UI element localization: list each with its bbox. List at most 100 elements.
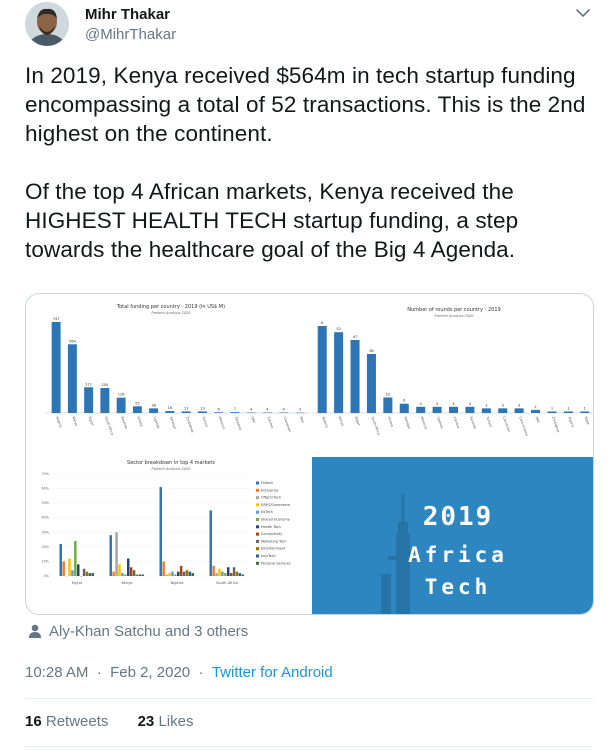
chart1-bar (100, 388, 110, 413)
chart1-tick-label: Uganda (153, 416, 161, 429)
chart3-bar (209, 510, 212, 576)
chart3-bar (229, 573, 233, 576)
chart3-bar (215, 573, 218, 576)
chart2-tick-label: Uganda (436, 416, 444, 429)
chart2-bar (366, 353, 376, 413)
chart2-data-label: 4 (452, 402, 455, 406)
chart1-bar (84, 387, 94, 413)
chart3-legend-label: Personal Services (261, 561, 291, 565)
source-link[interactable]: Twitter for Android (212, 664, 333, 681)
divider (25, 698, 593, 699)
chart3-legend-label: EdTech (261, 510, 273, 514)
chart3-bar (221, 571, 224, 576)
chart3-bar (71, 570, 74, 576)
chart1-tick-label: Kenya (71, 416, 78, 427)
chart1-tick-label: Egypt (88, 416, 95, 427)
chart3-legend-label: Health Tech (261, 525, 281, 529)
chart1-tick-label: Zimbabwe (185, 416, 194, 433)
chart1-data-label: 747 (53, 317, 60, 321)
chart3-legend-swatch (256, 539, 259, 543)
chart3-bar (174, 574, 177, 576)
avatar[interactable] (25, 2, 69, 46)
chart2-bar (317, 326, 327, 413)
chart3-legend-label: E/M/S/Commerce (261, 503, 290, 507)
chart2-bar (448, 406, 459, 413)
chart2-tick-label: South Africa (371, 416, 381, 436)
chart3-title: Sector breakdown in top 4 markets (127, 460, 215, 466)
chevron-down-icon[interactable] (573, 3, 593, 23)
chart2-bar (465, 406, 475, 413)
chart2-bar (350, 339, 360, 413)
chart3-bar (129, 567, 133, 576)
chart1-bar (165, 411, 175, 413)
chart1-data-label: 38 (151, 403, 156, 407)
chart3-bar (165, 574, 168, 576)
chart2-tick-label: Tunisia (485, 415, 493, 428)
chart3-y-tick: 0% (44, 574, 50, 578)
chart3-bar (171, 571, 174, 576)
chart1-bar (214, 412, 224, 413)
chart2-tick-label: DRC (535, 416, 541, 424)
tweet-date[interactable]: Feb 2, 2020 (110, 664, 190, 681)
chart3-bar (159, 487, 162, 576)
chart3-legend-swatch (256, 510, 259, 514)
chart1-bar (116, 397, 126, 413)
author-name[interactable]: Mihr Thakar (85, 6, 170, 23)
chart2-tick-label: Kenya (338, 416, 345, 427)
chart2-data-label: 52 (336, 327, 341, 331)
author-handle[interactable]: @MihrThakar (85, 26, 176, 43)
chart3-bar (212, 565, 215, 576)
chart2-data-label: 2 (534, 405, 536, 409)
chart2-data-label: 1 (567, 406, 569, 410)
separator: · (194, 664, 208, 681)
chart1-tick-label: Rwanda (120, 416, 128, 429)
chart1-tick-label: Tanzania (234, 415, 243, 430)
chart3-bar (191, 573, 195, 576)
liked-by[interactable]: Aly-Khan Satchu and 3 others (28, 623, 248, 640)
chart3-legend-label: Fintech (261, 481, 273, 485)
chart2-bar (399, 403, 409, 413)
tweet-media[interactable]: Total funding per country - 2019 (in US$… (25, 293, 594, 615)
chart3-category-label: Egypt (72, 581, 83, 585)
chart3-legend-swatch (256, 554, 259, 558)
chart1-tick-label: DRC (250, 416, 256, 424)
chart3-y-tick: 60% (41, 487, 49, 491)
chart3-category-label: South Africa (216, 581, 238, 585)
chart1-bar (197, 411, 207, 413)
chart2-bar (580, 411, 590, 413)
chart2-tick-label: Cote d'Ivoire (518, 416, 529, 436)
chart1-tick-label: Mali (299, 416, 305, 424)
chart1-tick-label: Tunisia (201, 415, 209, 428)
chart3-y-tick: 30% (41, 530, 49, 534)
chart1-data-label: 4 (282, 408, 285, 412)
chart3-legend-swatch (256, 561, 259, 565)
chart3-legend-label: Shared Economy (261, 518, 290, 522)
tweet-time[interactable]: 10:28 AM (25, 664, 88, 681)
chart3-bar (121, 573, 124, 576)
chart1-bar (149, 408, 159, 413)
chart3-bar (224, 573, 227, 576)
retweets-stat[interactable]: 16 Retweets (25, 713, 108, 730)
chart1-title: Total funding per country - 2019 (in US$… (116, 304, 225, 310)
retweets-count: 16 (25, 713, 42, 730)
chart2-bar (547, 411, 557, 413)
chart2-subtitle: Partech Analysis 2020 (435, 314, 475, 318)
chart2-data-label: 1 (584, 406, 586, 410)
chart3-legend-swatch (256, 532, 259, 536)
chart3-bar (138, 574, 142, 576)
separator: · (92, 664, 106, 681)
banner-year: 2019 (423, 502, 494, 532)
chart1-data-label: 211 (85, 382, 92, 386)
liked-by-text[interactable]: Aly-Khan Satchu and 3 others (49, 623, 248, 640)
chart3-bar (74, 541, 77, 576)
chart2-data-label: 10 (386, 392, 391, 396)
person-icon (29, 624, 41, 638)
chart2-tick-label: Senegal (403, 416, 411, 430)
stats-row: 16 Retweets 23 Likes (25, 713, 193, 730)
chart3-y-tick: 10% (41, 559, 49, 563)
chart1-tick-label: Senegal (169, 416, 177, 430)
likes-count: 23 (137, 713, 155, 730)
chart3-bar (135, 574, 139, 576)
chart3-bar (238, 573, 242, 576)
likes-stat[interactable]: 23 Likes (138, 713, 194, 730)
